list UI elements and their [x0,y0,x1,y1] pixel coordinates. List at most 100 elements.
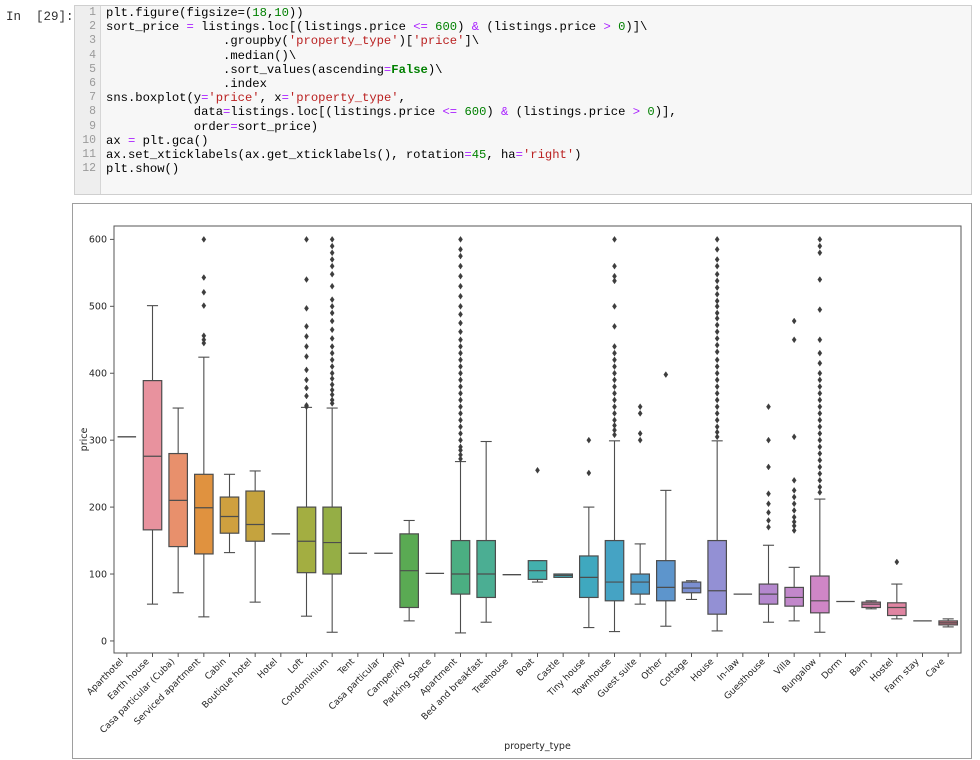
code-token: 45 [471,147,487,162]
outlier-point [791,336,797,344]
box-group [938,618,959,628]
outlier-point [535,466,540,474]
box-group [219,473,240,554]
outlier-point [714,246,720,253]
y-tick-label: 0 [101,636,107,647]
code-token: <= [442,105,458,120]
outlier-point [201,274,207,281]
box-group [707,236,728,632]
outlier-point [714,369,720,377]
code-text[interactable]: plt.figure(figsize=(18,10)) sort_price = … [106,6,969,176]
outlier-point [714,284,720,291]
code-token: sort_price) [237,119,319,134]
y-tick-label: 400 [89,369,107,380]
outlier-point [714,363,720,370]
code-token: = [464,147,472,162]
box-body [809,575,830,614]
outlier-point [817,306,823,314]
outlier-point [201,236,207,243]
outlier-point [458,336,463,344]
outlier-point [458,319,463,327]
box-group [450,236,471,634]
x-tick-label: Condominium [280,657,331,708]
box-body [886,602,907,617]
outlier-point [817,376,823,384]
code-line: plt.figure(figsize=(18,10)) [106,6,969,20]
line-number: 7 [89,91,96,105]
code-token: )\ [427,62,443,77]
box-body [476,539,497,599]
outlier-point [817,403,823,411]
outlier-point [458,272,463,280]
code-token: listings.loc[(listings.price [193,20,414,35]
outlier-point [329,375,335,382]
outlier-point [458,349,463,357]
box-group [681,580,702,601]
outlier-point [791,500,797,508]
line-number: 11 [82,147,96,161]
code-token: )]\ [625,20,648,35]
outlier-point [329,296,335,303]
outlier-point [791,433,797,441]
code-token: plt.gca() [135,133,209,148]
outlier-point [201,302,207,309]
outlier-point [766,517,771,524]
code-token: )], [654,105,677,120]
outlier-point [817,336,823,344]
outlier-point [817,443,823,451]
outlier-point [612,356,617,364]
box-group [604,236,625,633]
outlier-point [329,363,335,370]
code-token: .sort_values(ascending [106,62,384,77]
box-group [142,305,163,605]
box-group [630,403,651,605]
code-token: (listings.price [479,20,604,35]
outlier-point [714,356,720,364]
outlier-point [714,302,720,310]
outlier-point [329,249,335,257]
outlier-point [304,323,309,330]
box-body [681,581,702,594]
code-token: = [515,147,523,162]
outlier-point [458,403,463,411]
outlier-point [714,335,720,342]
outlier-point [817,236,823,243]
code-line: sort_price = listings.loc[(listings.pric… [106,20,969,34]
outlier-point [329,256,335,263]
outlier-point [458,252,463,260]
matplotlib-figure-output: 0 100 200 300 400 500 600 price Aparthotel Earth … [72,203,972,759]
outlier-point [637,403,643,411]
code-editor[interactable]: 1 2 3 4 5 6 7 8 9 10 11 12 plt.figure(figsize=(18,1… [74,5,972,195]
outlier-point [791,527,797,534]
code-token: <= [413,20,428,35]
outlier-point [714,256,720,263]
code-line: .sort_values(ascending=False)\ [106,63,969,77]
outlier-point [612,349,617,357]
code-token: > [632,105,641,120]
y-tick-label: 300 [89,435,107,446]
outlier-point [714,403,720,411]
outlier-point [329,326,335,334]
outlier-point [329,236,335,243]
code-token: ) [486,105,502,120]
code-line: sns.boxplot(y='price', x='property_type'… [106,91,969,105]
outlier-point [894,558,900,566]
outlier-point [817,396,823,404]
outlier-point [586,469,592,477]
box-group [399,519,420,622]
box-body [707,539,728,615]
outlier-point [817,389,823,397]
outlier-point [304,376,309,384]
line-number: 2 [89,20,96,34]
line-number: 10 [82,133,96,147]
outlier-point [817,383,823,390]
outlier-point [612,302,617,310]
box-group [578,436,599,629]
x-tick-label: Tent [336,657,357,678]
code-token: data [106,105,224,120]
outlier-point [817,369,823,377]
outlier-point [817,423,823,431]
outlier-point [329,343,335,350]
outlier-point [714,396,720,404]
outlier-point [817,463,823,471]
